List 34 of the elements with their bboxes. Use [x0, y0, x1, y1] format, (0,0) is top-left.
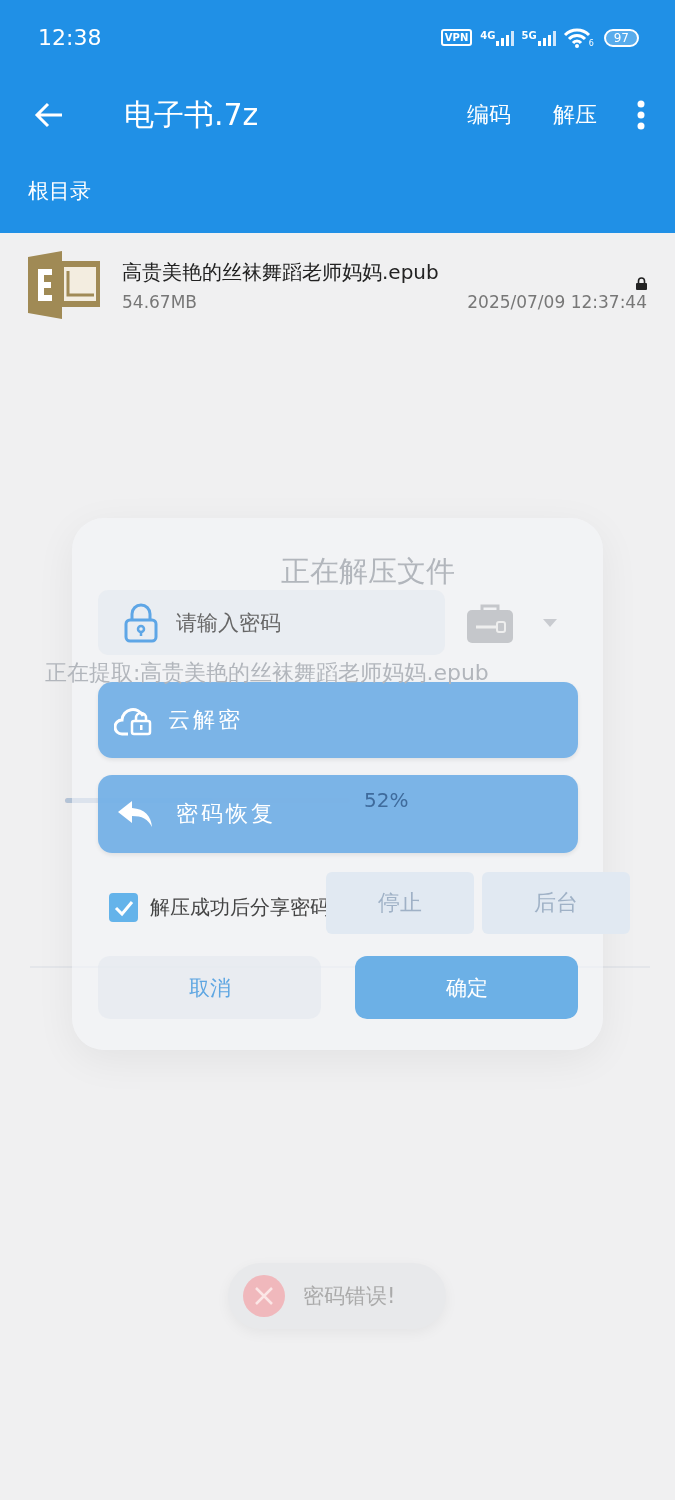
file-size: 54.67MB	[122, 291, 197, 312]
check-icon	[112, 898, 135, 917]
network-label: 5G	[521, 29, 537, 41]
wifi-band-label: 6	[588, 38, 594, 48]
file-name: 高贵美艳的丝袜舞蹈老师妈妈.epub	[122, 258, 440, 286]
toolbar-action[interactable]: 编码	[467, 100, 511, 130]
progress-percent: 52%	[364, 788, 409, 812]
ebook-file-icon	[28, 251, 102, 319]
caret-icon[interactable]	[543, 618, 557, 627]
dialog-title: 正在解压文件	[281, 553, 455, 590]
error-icon	[243, 1275, 285, 1317]
more-icon[interactable]	[637, 100, 645, 130]
breadcrumb[interactable]: 根目录	[0, 155, 675, 227]
checkbox[interactable]	[109, 893, 138, 922]
toolbar-action[interactable]: 解压	[553, 100, 597, 130]
window-title: 电子书.7z	[124, 95, 259, 134]
lock-icon	[124, 602, 158, 643]
battery-indicator: 97	[603, 28, 639, 47]
dialog-button[interactable]: 后台	[482, 872, 630, 934]
signal-icon	[536, 29, 559, 46]
network-label: 4G	[480, 29, 496, 41]
cancel-button[interactable]: 取消	[98, 956, 321, 1019]
dialog-button[interactable]: 停止	[326, 872, 474, 934]
key-case-icon[interactable]	[467, 602, 513, 643]
confirm-button[interactable]: 确定	[355, 956, 578, 1019]
wifi-icon	[562, 27, 591, 48]
file-date: 2025/07/09 12:37:44	[467, 291, 647, 312]
placeholder: 请输入密码	[176, 609, 281, 637]
toast-message: 密码错误!	[303, 1283, 396, 1310]
back-icon[interactable]	[34, 102, 64, 128]
password-field[interactable]: 请输入密码	[98, 590, 445, 655]
vpn-indicator: VPN	[440, 29, 473, 46]
reply-arrow-icon	[118, 801, 154, 827]
status-time: 12:38	[38, 25, 102, 50]
